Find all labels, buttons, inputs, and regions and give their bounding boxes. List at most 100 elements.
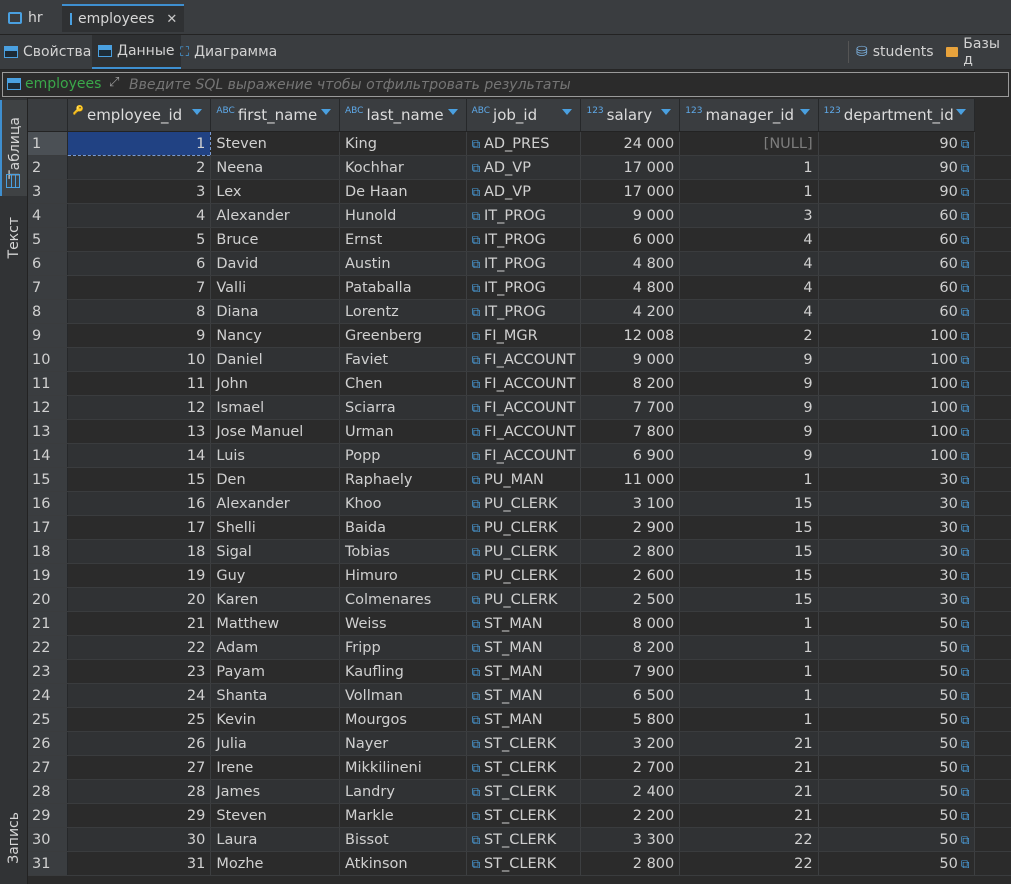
- table-row[interactable]: 28 28 James Landry ⧉ ST_CLERK 2 400 21 50 ⧉: [28, 779, 1011, 804]
- results-grid[interactable]: 🔑 employee_id ABC first_name ABC last_name …: [28, 99, 1011, 884]
- foreign-key-link-icon[interactable]: ⧉: [472, 329, 484, 343]
- foreign-key-link-icon[interactable]: ⧉: [961, 857, 970, 871]
- cell-department_id[interactable]: 50 ⧉: [818, 851, 976, 876]
- cell-department_id[interactable]: 100 ⧉: [818, 443, 976, 468]
- cell-first_name[interactable]: Daniel: [210, 347, 340, 372]
- cell-employee_id[interactable]: 15: [67, 467, 212, 492]
- foreign-key-link-icon[interactable]: ⧉: [472, 617, 484, 631]
- table-row[interactable]: 2 2 Neena Kochhar ⧉ AD_VP 17 000 1 90 ⧉: [28, 155, 1011, 180]
- cell-salary[interactable]: 24 000: [580, 131, 681, 156]
- cell-manager_id[interactable]: 22: [679, 827, 819, 852]
- cell-employee_id[interactable]: 27: [67, 755, 212, 780]
- cell-department_id[interactable]: 90 ⧉: [818, 179, 976, 204]
- cell-employee_id[interactable]: 26: [67, 731, 212, 756]
- foreign-key-link-icon[interactable]: ⧉: [472, 185, 484, 199]
- cell-manager_id[interactable]: 15: [679, 563, 819, 588]
- cell-salary[interactable]: 17 000: [580, 155, 681, 180]
- table-row[interactable]: 29 29 Steven Markle ⧉ ST_CLERK 2 200 21 50 ⧉: [28, 803, 1011, 828]
- table-row[interactable]: 23 23 Payam Kaufling ⧉ ST_MAN 7 900 1 50 ⧉: [28, 659, 1011, 684]
- cell-first_name[interactable]: Kevin: [210, 707, 340, 732]
- cell-last_name[interactable]: Ernst: [339, 227, 467, 252]
- table-row[interactable]: 18 18 Sigal Tobias ⧉ PU_CLERK 2 800 15 30 ⧉: [28, 539, 1011, 564]
- foreign-key-link-icon[interactable]: ⧉: [961, 665, 970, 679]
- cell-first_name[interactable]: James: [210, 779, 340, 804]
- cell-job_id[interactable]: ⧉ FI_ACCOUNT: [466, 443, 582, 468]
- cell-manager_id[interactable]: 21: [679, 779, 819, 804]
- cell-department_id[interactable]: 100 ⧉: [818, 371, 976, 396]
- cell-first_name[interactable]: Steven: [210, 803, 340, 828]
- foreign-key-link-icon[interactable]: ⧉: [472, 209, 484, 223]
- table-row[interactable]: 20 20 Karen Colmenares ⧉ PU_CLERK 2 500 15 30 ⧉: [28, 587, 1011, 612]
- cell-salary[interactable]: 2 600: [580, 563, 681, 588]
- table-row[interactable]: 19 19 Guy Himuro ⧉ PU_CLERK 2 600 15 30 ⧉: [28, 563, 1011, 588]
- cell-manager_id[interactable]: 21: [679, 731, 819, 756]
- cell-last_name[interactable]: Hunold: [339, 203, 467, 228]
- cell-department_id[interactable]: 50 ⧉: [818, 731, 976, 756]
- cell-department_id[interactable]: 100 ⧉: [818, 419, 976, 444]
- column-header-manager_id[interactable]: 123 manager_id: [679, 99, 819, 132]
- foreign-key-link-icon[interactable]: ⧉: [472, 761, 484, 775]
- cell-employee_id[interactable]: 19: [67, 563, 212, 588]
- table-row[interactable]: 4 4 Alexander Hunold ⧉ IT_PROG 9 000 3 60 ⧉: [28, 203, 1011, 228]
- cell-job_id[interactable]: ⧉ ST_CLERK: [466, 803, 582, 828]
- foreign-key-link-icon[interactable]: ⧉: [961, 809, 970, 823]
- foreign-key-link-icon[interactable]: ⧉: [961, 593, 970, 607]
- cell-job_id[interactable]: ⧉ ST_CLERK: [466, 779, 582, 804]
- table-row[interactable]: 12 12 Ismael Sciarra ⧉ FI_ACCOUNT 7 700 9 100 ⧉: [28, 395, 1011, 420]
- cell-salary[interactable]: 6 000: [580, 227, 681, 252]
- cell-department_id[interactable]: 100 ⧉: [818, 347, 976, 372]
- cell-salary[interactable]: 11 000: [580, 467, 681, 492]
- foreign-key-link-icon[interactable]: ⧉: [961, 833, 970, 847]
- foreign-key-link-icon[interactable]: ⧉: [472, 305, 484, 319]
- cell-last_name[interactable]: Markle: [339, 803, 467, 828]
- sort-arrow-icon[interactable]: [661, 109, 672, 115]
- cell-first_name[interactable]: Alexander: [210, 491, 340, 516]
- cell-department_id[interactable]: 60 ⧉: [818, 251, 976, 276]
- cell-first_name[interactable]: Matthew: [210, 611, 340, 636]
- cell-last_name[interactable]: Colmenares: [339, 587, 467, 612]
- foreign-key-link-icon[interactable]: ⧉: [961, 545, 970, 559]
- table-row[interactable]: 24 24 Shanta Vollman ⧉ ST_MAN 6 500 1 50 ⧉: [28, 683, 1011, 708]
- cell-last_name[interactable]: Atkinson: [339, 851, 467, 876]
- foreign-key-link-icon[interactable]: ⧉: [961, 185, 970, 199]
- tab-hr[interactable]: hr: [0, 4, 51, 32]
- cell-salary[interactable]: 7 700: [580, 395, 681, 420]
- table-row[interactable]: 25 25 Kevin Mourgos ⧉ ST_MAN 5 800 1 50 ⧉: [28, 707, 1011, 732]
- cell-last_name[interactable]: Landry: [339, 779, 467, 804]
- cell-employee_id[interactable]: 31: [67, 851, 212, 876]
- foreign-key-link-icon[interactable]: ⧉: [961, 521, 970, 535]
- cell-employee_id[interactable]: 7: [67, 275, 212, 300]
- cell-manager_id[interactable]: 22: [679, 851, 819, 876]
- cell-salary[interactable]: 4 800: [580, 275, 681, 300]
- cell-salary[interactable]: 4 800: [580, 251, 681, 276]
- cell-salary[interactable]: 8 200: [580, 371, 681, 396]
- cell-first_name[interactable]: Payam: [210, 659, 340, 684]
- cell-employee_id[interactable]: 23: [67, 659, 212, 684]
- cell-employee_id[interactable]: 14: [67, 443, 212, 468]
- foreign-key-link-icon[interactable]: ⧉: [472, 809, 484, 823]
- cell-first_name[interactable]: Laura: [210, 827, 340, 852]
- cell-first_name[interactable]: Shanta: [210, 683, 340, 708]
- foreign-key-link-icon[interactable]: ⧉: [961, 473, 970, 487]
- table-row[interactable]: 31 31 Mozhe Atkinson ⧉ ST_CLERK 2 800 22 50 ⧉: [28, 851, 1011, 876]
- foreign-key-link-icon[interactable]: ⧉: [961, 161, 970, 175]
- table-row[interactable]: 21 21 Matthew Weiss ⧉ ST_MAN 8 000 1 50 ⧉: [28, 611, 1011, 636]
- cell-job_id[interactable]: ⧉ PU_CLERK: [466, 539, 582, 564]
- foreign-key-link-icon[interactable]: ⧉: [961, 785, 970, 799]
- cell-last_name[interactable]: Faviet: [339, 347, 467, 372]
- cell-employee_id[interactable]: 2: [67, 155, 212, 180]
- cell-first_name[interactable]: Sigal: [210, 539, 340, 564]
- foreign-key-link-icon[interactable]: ⧉: [472, 689, 484, 703]
- foreign-key-link-icon[interactable]: ⧉: [472, 353, 484, 367]
- cell-employee_id[interactable]: 18: [67, 539, 212, 564]
- table-row[interactable]: 9 9 Nancy Greenberg ⧉ FI_MGR 12 008 2 100 ⧉: [28, 323, 1011, 348]
- cell-last_name[interactable]: Popp: [339, 443, 467, 468]
- cell-employee_id[interactable]: 25: [67, 707, 212, 732]
- cell-last_name[interactable]: Pataballa: [339, 275, 467, 300]
- cell-first_name[interactable]: Luis: [210, 443, 340, 468]
- cell-employee_id[interactable]: 10: [67, 347, 212, 372]
- foreign-key-link-icon[interactable]: ⧉: [961, 329, 970, 343]
- foreign-key-link-icon[interactable]: ⧉: [961, 305, 970, 319]
- cell-first_name[interactable]: Nancy: [210, 323, 340, 348]
- cell-first_name[interactable]: Julia: [210, 731, 340, 756]
